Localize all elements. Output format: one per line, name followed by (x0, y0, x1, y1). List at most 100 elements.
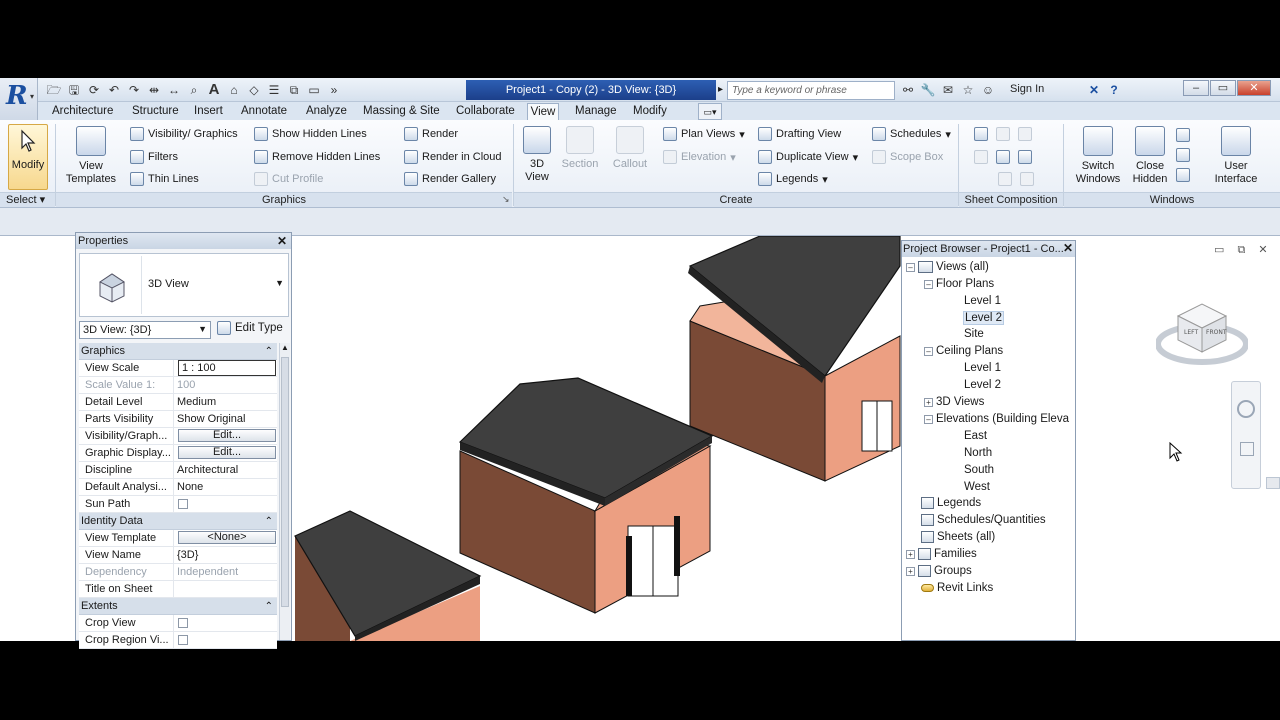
application-menu-button[interactable]: R ▾ (0, 78, 38, 120)
communication-icon[interactable]: ✉ (940, 82, 956, 98)
property-value-cell[interactable] (174, 632, 277, 648)
tree-elevation-south[interactable]: South (964, 464, 994, 476)
viewports-icon[interactable] (998, 172, 1012, 186)
property-value-cell[interactable]: Show Original (174, 411, 277, 427)
tag-icon[interactable]: ⌕ (186, 82, 202, 98)
tab-annotate[interactable]: Annotate (239, 103, 289, 120)
type-selector[interactable]: 3D View ▼ (79, 253, 289, 317)
property-value-cell[interactable]: <None> (174, 530, 277, 546)
filters-button[interactable]: Filters (130, 150, 178, 164)
tree-schedules[interactable]: Schedules/Quantities (921, 514, 1046, 526)
property-group-header[interactable]: Graphics ⌃ (79, 343, 277, 360)
collapse-group-icon[interactable]: ⌃ (265, 513, 273, 530)
property-value-cell[interactable]: Edit... (174, 428, 277, 444)
tree-floor-plan-level-2[interactable]: Level 2 (963, 311, 1005, 325)
tile-icon[interactable] (1176, 168, 1190, 182)
elevation-button[interactable]: Elevation ▾ (663, 150, 736, 164)
tab-analyze[interactable]: Analyze (304, 103, 349, 120)
binoculars-icon[interactable]: ⚯ (900, 82, 916, 98)
favorites-icon[interactable]: ☆ (960, 82, 976, 98)
property-value-cell[interactable] (174, 496, 277, 512)
sync-icon[interactable]: ⟳ (86, 82, 102, 98)
place-view-icon[interactable] (1020, 172, 1034, 186)
tab-modify[interactable]: Modify (631, 103, 669, 120)
close-button[interactable]: ✕ (1237, 80, 1271, 96)
collapse-icon[interactable]: – (906, 262, 915, 272)
dimension-icon[interactable]: ↔ (166, 82, 182, 98)
property-value-field[interactable]: 1 : 100 (178, 360, 276, 376)
render-in-cloud-button[interactable]: Render in Cloud (404, 150, 502, 164)
property-group-header[interactable]: Extents ⌃ (79, 598, 277, 615)
schedules-button[interactable]: Schedules ▾ (872, 127, 951, 141)
tree-elevation-east[interactable]: East (964, 430, 987, 442)
expand-icon[interactable]: + (906, 566, 915, 576)
show-hidden-lines-button[interactable]: Show Hidden Lines (254, 127, 367, 141)
customize-qat-icon[interactable]: » (326, 82, 342, 98)
legends-button[interactable]: Legends ▾ (758, 172, 828, 186)
close-hidden-button[interactable]: Close Hidden (1128, 126, 1172, 186)
duplicate-view-button[interactable]: Duplicate View ▾ (758, 150, 858, 164)
minimize-button[interactable]: – (1183, 80, 1209, 96)
subscription-icon[interactable]: 🔧 (920, 82, 936, 98)
section-icon[interactable]: ◇ (246, 82, 262, 98)
property-value-cell[interactable]: Edit... (174, 445, 277, 461)
open-icon[interactable]: 🗁 (46, 82, 62, 98)
search-expand-icon[interactable]: ▸ (718, 84, 723, 95)
ribbon-minimize-toggle[interactable]: ▭▾ (698, 103, 722, 120)
default-3d-icon[interactable]: ⌂ (226, 82, 242, 98)
sign-in-button[interactable]: Sign In (1010, 83, 1044, 95)
section-button[interactable]: Section (560, 126, 600, 171)
thin-lines-icon[interactable]: ☰ (266, 82, 282, 98)
tree-ceiling-level-1[interactable]: Level 1 (964, 362, 1001, 374)
scroll-thumb[interactable] (281, 357, 289, 607)
titleblock-icon[interactable] (996, 127, 1010, 141)
property-value-cell[interactable] (174, 615, 277, 631)
measure-icon[interactable]: ⇹ (146, 82, 162, 98)
cut-profile-button[interactable]: Cut Profile (254, 172, 323, 186)
property-value-cell[interactable]: None (174, 479, 277, 495)
thin-lines-button[interactable]: Thin Lines (130, 172, 199, 186)
render-button[interactable]: Render (404, 127, 458, 141)
collapse-icon[interactable]: – (924, 346, 933, 356)
visibility-graphics-button[interactable]: Visibility/ Graphics (130, 127, 238, 141)
revisions-icon[interactable] (1018, 127, 1032, 141)
exchange-icon[interactable]: ✕ (1086, 82, 1102, 98)
tree-sheets[interactable]: Sheets (all) (921, 531, 995, 543)
tab-architecture[interactable]: Architecture (50, 103, 115, 120)
save-icon[interactable]: 🖫 (66, 82, 82, 98)
view-window-controls[interactable]: ▭ ⧉ ✕ (1214, 243, 1273, 257)
tree-groups[interactable]: + Groups (906, 565, 972, 577)
matchline-icon[interactable] (996, 150, 1010, 164)
collapse-icon[interactable]: – (924, 414, 933, 424)
plan-views-button[interactable]: Plan Views ▾ (663, 127, 745, 141)
view-templates-button[interactable]: View Templates (62, 126, 120, 186)
tree-elevation-north[interactable]: North (964, 447, 992, 459)
redo-icon[interactable]: ↷ (126, 82, 142, 98)
3d-view-button[interactable]: 3D View (519, 126, 555, 184)
guide-grid-icon[interactable] (974, 150, 988, 164)
tree-ceiling-level-2[interactable]: Level 2 (964, 379, 1001, 391)
user-interface-button[interactable]: User Interface (1206, 126, 1266, 186)
callout-button[interactable]: Callout (608, 126, 652, 171)
switch-windows-icon[interactable]: ▭ (306, 82, 322, 98)
tab-view[interactable]: View (527, 103, 559, 121)
tree-legends[interactable]: Legends (921, 497, 981, 509)
render-gallery-button[interactable]: Render Gallery (404, 172, 496, 186)
property-value-cell[interactable]: Medium (174, 394, 277, 410)
sheet-icon[interactable] (974, 127, 988, 141)
drafting-view-button[interactable]: Drafting View (758, 127, 841, 141)
properties-scrollbar[interactable]: ▲ (279, 343, 290, 640)
scope-box-button[interactable]: Scope Box (872, 150, 943, 164)
close-icon[interactable]: ✕ (277, 234, 287, 248)
modify-button[interactable]: Modify (8, 124, 48, 190)
property-edit-button[interactable]: Edit... (178, 429, 276, 442)
tree-floor-plan-level-1[interactable]: Level 1 (964, 295, 1001, 307)
property-checkbox[interactable] (178, 635, 188, 645)
remove-hidden-lines-button[interactable]: Remove Hidden Lines (254, 150, 380, 164)
expand-icon[interactable]: + (906, 549, 915, 559)
collapse-icon[interactable]: – (924, 279, 933, 289)
text-icon[interactable]: A (206, 82, 222, 98)
property-checkbox[interactable] (178, 499, 188, 509)
switch-windows-button[interactable]: Switch Windows (1072, 126, 1124, 186)
help-icon[interactable]: ? (1106, 82, 1122, 98)
